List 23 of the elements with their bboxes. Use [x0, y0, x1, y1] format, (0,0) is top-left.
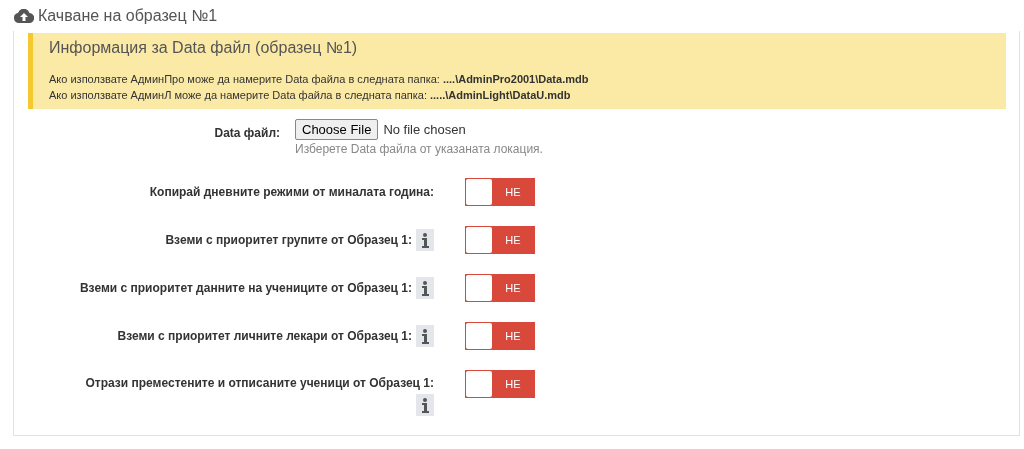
choose-file-button[interactable]: Choose File — [295, 119, 379, 140]
alert-title: Информация за Data файл (образец №1) — [49, 39, 359, 57]
field-label: Отрази преместените и отписаните ученици от Образец 1: — [85, 376, 434, 390]
cloud-upload-icon — [14, 9, 34, 23]
help-text: Изберете Data файла от указаната локация. — [295, 142, 544, 156]
field-label: Копирай дневните режими от миналата година: — [149, 185, 434, 199]
info-icon[interactable] — [416, 394, 434, 416]
info-icon[interactable] — [416, 229, 434, 251]
alert-text: Ако използвате АдминПро може да намерите Data файла в следната папка: ....\AdminPro2001\Data.mdb — [49, 72, 590, 87]
info-icon[interactable] — [416, 277, 434, 299]
field-label: Вземи с приоритет данните на учениците от Образец 1: — [79, 281, 412, 295]
toggle-switch[interactable]: НЕ — [465, 226, 535, 254]
toggle-switch[interactable]: НЕ — [465, 370, 535, 398]
info-icon[interactable] — [416, 325, 434, 347]
field-label: Вземи с приоритет групите от Образец 1: — [165, 233, 412, 247]
page-title: Качване на образец №1 — [38, 7, 218, 25]
field-label: Data файл: — [213, 125, 280, 142]
field-label: Вземи с приоритет личните лекари от Образец 1: — [117, 329, 412, 343]
file-status: No file chosen — [383, 122, 466, 137]
toggle-switch[interactable]: НЕ — [465, 274, 535, 302]
toggle-switch[interactable]: НЕ — [465, 178, 535, 206]
alert-text: Ако използвате АдминЛ може да намерите Data файла в следната папка: .....\AdminLight\DataU.mdb — [49, 88, 572, 103]
toggle-switch[interactable]: НЕ — [465, 322, 535, 350]
